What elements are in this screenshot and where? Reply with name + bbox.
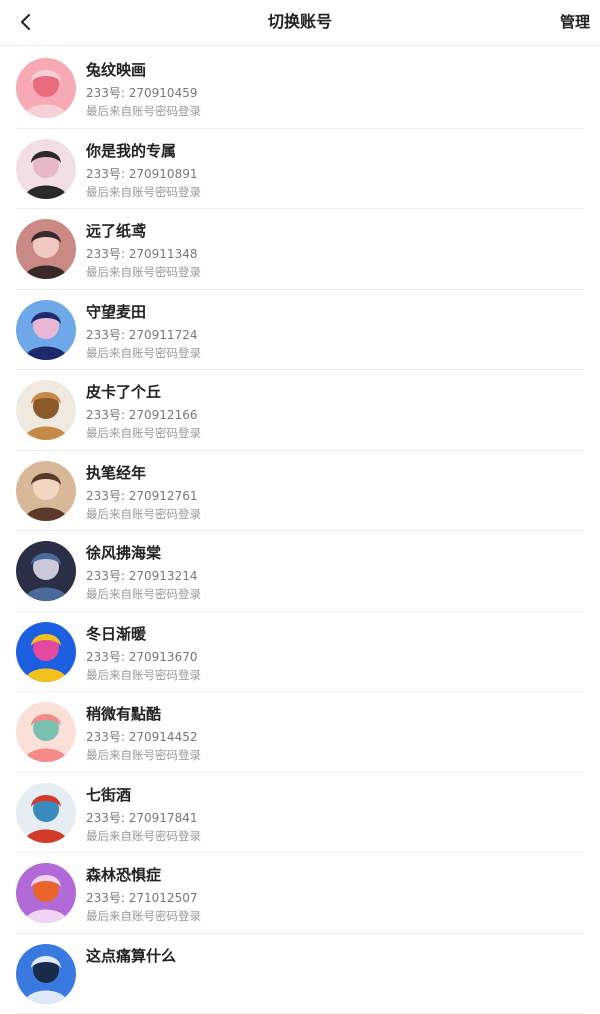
account-name: 执笔经年 [86, 462, 146, 483]
manage-button[interactable]: 管理 [560, 0, 590, 44]
avatar [16, 461, 76, 521]
account-row[interactable]: 执笔经年 233号: 270912761 最后来自账号密码登录 [16, 451, 584, 532]
avatar [16, 58, 76, 118]
login-method-note: 最后来自账号密码登录 [86, 103, 201, 119]
login-method-note: 最后来自账号密码登录 [86, 506, 201, 522]
login-method-note: 最后来自账号密码登录 [86, 747, 201, 763]
page-title: 切换账号 [0, 0, 600, 44]
account-row[interactable]: 冬日渐暖 233号: 270913670 最后来自账号密码登录 [16, 612, 584, 693]
account-row[interactable]: 七街酒 233号: 270917841 最后来自账号密码登录 [16, 773, 584, 854]
avatar [16, 863, 76, 923]
avatar [16, 622, 76, 682]
account-row[interactable]: 远了纸鸢 233号: 270911348 最后来自账号密码登录 [16, 209, 584, 290]
account-name: 兔纹映画 [86, 59, 146, 80]
account-name: 森林恐惧症 [86, 864, 161, 885]
account-id: 233号: 270912761 [86, 487, 197, 504]
avatar [16, 300, 76, 360]
account-id: 233号: 270911348 [86, 245, 197, 262]
account-row[interactable]: 森林恐惧症 233号: 271012507 最后来自账号密码登录 [16, 853, 584, 934]
login-method-note: 最后来自账号密码登录 [86, 586, 201, 602]
account-id: 233号: 270913670 [86, 648, 197, 665]
account-name: 稍微有點酷 [86, 703, 161, 724]
account-id: 233号: 270914452 [86, 728, 197, 745]
account-name: 你是我的专属 [86, 140, 176, 161]
account-name: 皮卡了个丘 [86, 381, 161, 402]
account-id: 233号: 270917841 [86, 809, 197, 826]
account-id: 233号: 270911724 [86, 326, 197, 343]
account-id: 233号: 270912166 [86, 406, 197, 423]
account-id: 233号: 270913214 [86, 567, 197, 584]
login-method-note: 最后来自账号密码登录 [86, 667, 201, 683]
login-method-note: 最后来自账号密码登录 [86, 425, 201, 441]
login-method-note: 最后来自账号密码登录 [86, 264, 201, 280]
login-method-note: 最后来自账号密码登录 [86, 184, 201, 200]
account-name: 冬日渐暖 [86, 623, 146, 644]
account-row[interactable]: 徐风拂海棠 233号: 270913214 最后来自账号密码登录 [16, 531, 584, 612]
avatar [16, 380, 76, 440]
account-name: 远了纸鸢 [86, 220, 146, 241]
account-row[interactable]: 稍微有點酷 233号: 270914452 最后来自账号密码登录 [16, 692, 584, 773]
account-name: 徐风拂海棠 [86, 542, 161, 563]
avatar [16, 702, 76, 762]
account-row[interactable]: 皮卡了个丘 233号: 270912166 最后来自账号密码登录 [16, 370, 584, 451]
avatar [16, 139, 76, 199]
login-method-note: 最后来自账号密码登录 [86, 828, 201, 844]
avatar [16, 541, 76, 601]
top-nav-bar: 切换账号 管理 [0, 0, 600, 46]
account-id: 233号: 270910459 [86, 84, 197, 101]
login-method-note: 最后来自账号密码登录 [86, 908, 201, 924]
account-list: 兔纹映画233号: 270910459最后来自账号密码登录你是我的专属233号:… [0, 48, 600, 1014]
account-id: 233号: 271012507 [86, 889, 197, 906]
avatar [16, 219, 76, 279]
login-method-note: 最后来自账号密码登录 [86, 345, 201, 361]
account-row[interactable]: 守望麦田 233号: 270911724 最后来自账号密码登录 [16, 290, 584, 371]
account-id: 233号: 270910891 [86, 165, 197, 182]
account-name: 守望麦田 [86, 301, 146, 322]
avatar [16, 783, 76, 843]
account-row[interactable]: 兔纹映画 233号: 270910459 最后来自账号密码登录 [16, 48, 584, 129]
account-row[interactable]: 这点痛算什么 [16, 934, 584, 1014]
account-name: 七街酒 [86, 784, 131, 805]
account-name: 这点痛算什么 [86, 945, 176, 966]
avatar [16, 944, 76, 1004]
account-row[interactable]: 你是我的专属 233号: 270910891 最后来自账号密码登录 [16, 129, 584, 210]
